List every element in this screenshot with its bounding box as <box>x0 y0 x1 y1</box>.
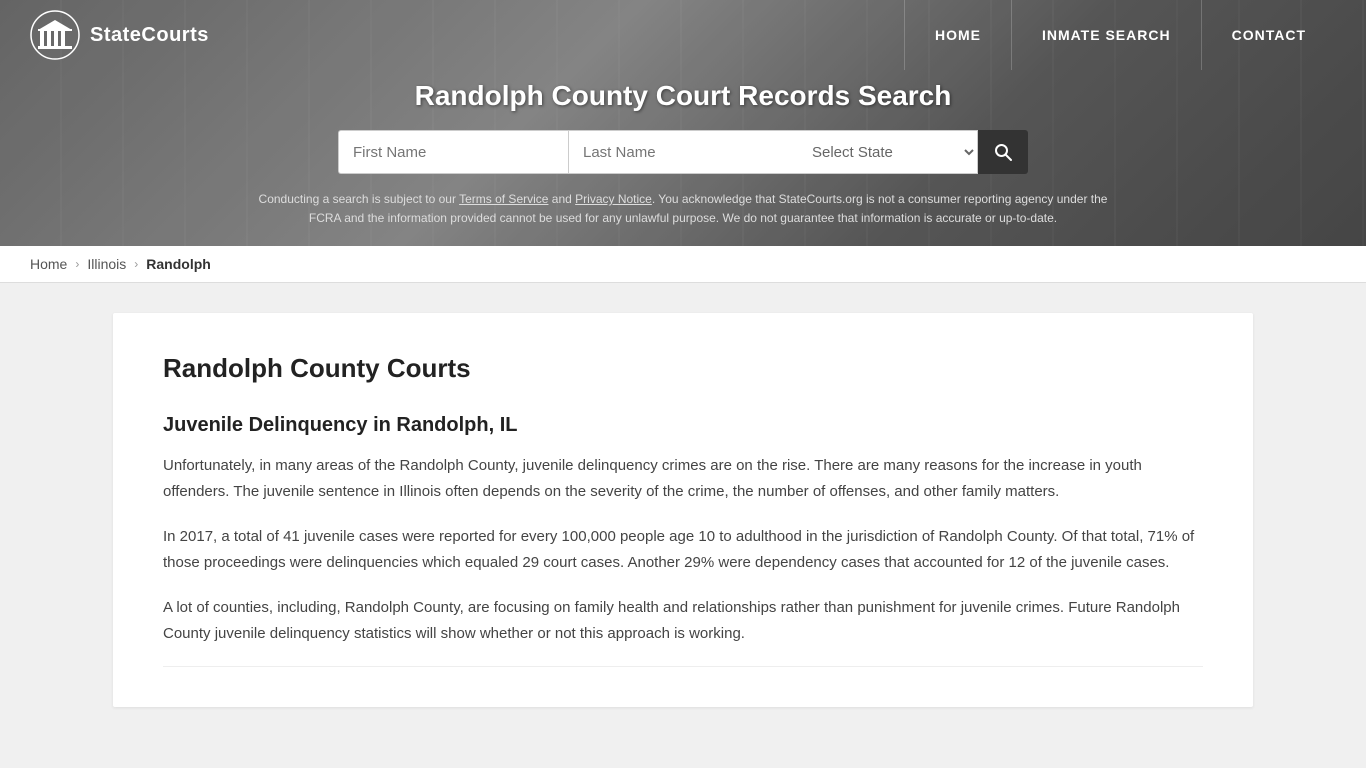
state-select[interactable]: Select State Illinois California Texas <box>798 130 978 174</box>
breadcrumb-state[interactable]: Illinois <box>87 256 126 272</box>
section1-para2: In 2017, a total of 41 juvenile cases we… <box>163 524 1203 575</box>
nav-home[interactable]: HOME <box>904 0 1011 70</box>
section1-para3: A lot of counties, including, Randolph C… <box>163 595 1203 646</box>
nav-links: HOME INMATE SEARCH CONTACT <box>904 0 1336 70</box>
breadcrumb-sep-1: › <box>75 257 79 271</box>
logo-icon <box>30 10 80 60</box>
main-heading: Randolph County Courts <box>163 353 1203 384</box>
nav-inmate-search[interactable]: INMATE SEARCH <box>1011 0 1201 70</box>
terms-link[interactable]: Terms of Service <box>459 192 548 206</box>
search-bar: Select State Illinois California Texas <box>20 130 1346 174</box>
breadcrumb-sep-2: › <box>134 257 138 271</box>
section1-para1: Unfortunately, in many areas of the Rand… <box>163 453 1203 504</box>
main-content: Randolph County Courts Juvenile Delinque… <box>93 283 1273 737</box>
content-card: Randolph County Courts Juvenile Delinque… <box>113 313 1253 707</box>
search-button[interactable] <box>978 130 1028 174</box>
disclaimer-text: Conducting a search is subject to our Te… <box>233 190 1133 246</box>
site-header: StateCourts HOME INMATE SEARCH CONTACT R… <box>0 0 1366 246</box>
nav-contact[interactable]: CONTACT <box>1201 0 1336 70</box>
first-name-input[interactable] <box>338 130 568 174</box>
breadcrumb-county: Randolph <box>146 256 211 272</box>
logo-text: StateCourts <box>90 24 209 47</box>
search-icon <box>993 142 1013 162</box>
breadcrumb: Home › Illinois › Randolph <box>0 246 1366 283</box>
last-name-input[interactable] <box>568 130 798 174</box>
navigation: StateCourts HOME INMATE SEARCH CONTACT <box>0 0 1366 70</box>
page-title: Randolph County Court Records Search <box>20 80 1346 112</box>
breadcrumb-home[interactable]: Home <box>30 256 67 272</box>
site-logo[interactable]: StateCourts <box>30 10 209 60</box>
section-divider <box>163 666 1203 667</box>
privacy-link[interactable]: Privacy Notice <box>575 192 652 206</box>
section1-heading: Juvenile Delinquency in Randolph, IL <box>163 414 1203 437</box>
header-search-section: Randolph County Court Records Search Sel… <box>0 70 1366 246</box>
